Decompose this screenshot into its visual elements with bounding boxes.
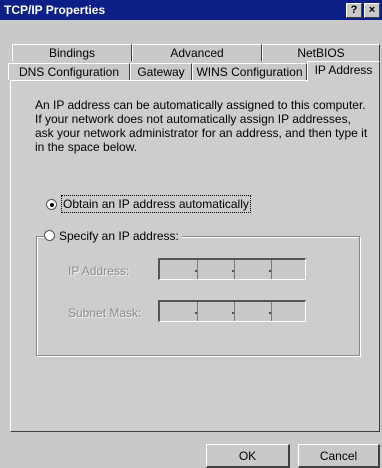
tab-wins-configuration[interactable]: WINS Configuration	[192, 63, 307, 80]
obtain-ip-auto-label[interactable]: Obtain an IP address automatically	[61, 195, 251, 213]
specify-ip-radio[interactable]	[44, 230, 55, 241]
specify-ip-group: Specify an IP address:	[44, 229, 182, 243]
tab-dns-configuration[interactable]: DNS Configuration	[8, 63, 130, 80]
ip-address-input[interactable]	[158, 258, 306, 280]
radio-selected-dot	[50, 203, 54, 207]
ip-octet-2[interactable]	[197, 260, 235, 279]
ok-button[interactable]: OK	[206, 444, 290, 468]
specify-ip-groupbox	[36, 236, 360, 356]
tab-ip-address[interactable]: IP Address	[307, 61, 380, 82]
window-title: TCP/IP Properties	[4, 3, 106, 17]
tab-netbios[interactable]: NetBIOS	[262, 44, 380, 61]
close-button[interactable]: ×	[364, 3, 380, 18]
tab-bindings[interactable]: Bindings	[12, 44, 132, 61]
cancel-button[interactable]: Cancel	[298, 444, 380, 468]
ip-octet-3[interactable]	[234, 260, 272, 279]
specify-ip-label[interactable]: Specify an IP address:	[59, 229, 179, 243]
tab-advanced[interactable]: Advanced	[132, 44, 262, 61]
mask-octet-4[interactable]	[271, 302, 308, 321]
tab-gateway[interactable]: Gateway	[130, 63, 192, 80]
subnet-mask-label: Subnet Mask:	[68, 306, 142, 320]
subnet-mask-input[interactable]	[158, 300, 306, 322]
ip-octet-1[interactable]	[160, 260, 198, 279]
ip-octet-4[interactable]	[271, 260, 308, 279]
mask-octet-2[interactable]	[197, 302, 235, 321]
help-button[interactable]: ?	[346, 3, 362, 18]
ip-description-text: An IP address can be automatically assig…	[35, 98, 368, 154]
ip-address-label: IP Address:	[68, 264, 130, 278]
mask-octet-1[interactable]	[160, 302, 198, 321]
obtain-ip-auto-radio[interactable]	[46, 199, 57, 210]
mask-octet-3[interactable]	[234, 302, 272, 321]
title-bar[interactable]: TCP/IP Properties ? ×	[0, 0, 382, 20]
